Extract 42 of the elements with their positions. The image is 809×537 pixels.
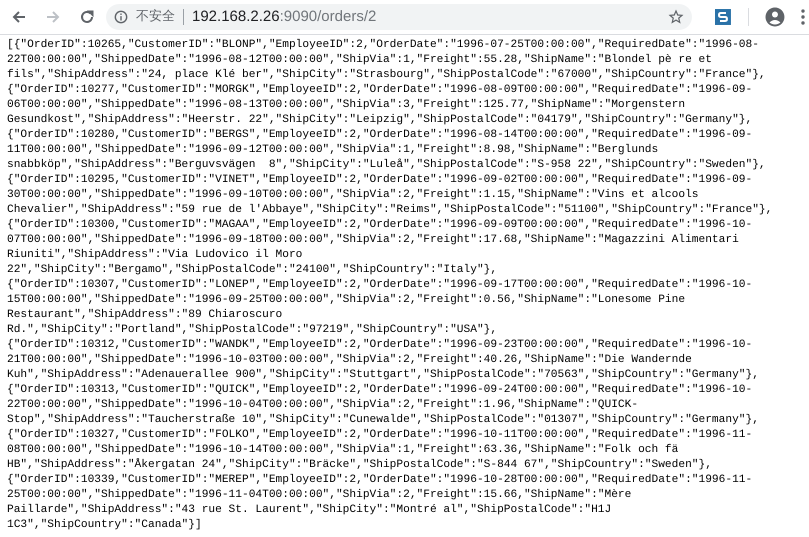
json-text-line: Gesundkost","ShipAddress":"Heerstr. 22","ShipCity":"Leipzig","ShipPostalCode":"04179","ShipCountry":"Germany"},	[7, 113, 754, 128]
json-text-line: {"OrderID":10327,"CustomerID":"FOLKO","EmployeeID":2,"OrderDate":"1996-10-11T00:00:00","RequiredDate":"1996-11-	[7, 428, 754, 443]
url-text: 192.168.2.26:9090/orders/2	[192, 6, 376, 27]
json-text-line: Kuh","ShipAddress":"Adenauerallee 900","ShipCity":"Stuttgart","ShipPostalCode":"70563","ShipCountry":"Germany"},	[7, 368, 760, 383]
address-bar[interactable]: 不安全 192.168.2.26:9090/orders/2	[106, 4, 692, 30]
json-text-line: fils","ShipAddress":"24, place Klé ber","ShipCity":"Strasbourg","ShipPostalCode":"67000","ShipCountry":"France"},	[7, 68, 767, 83]
json-text-line: {"OrderID":10300,"CustomerID":"MAGAA","EmployeeID":2,"OrderDate":"1996-09-09T00:00:00","RequiredDate":"1996-10-	[7, 218, 754, 233]
json-text-line: 30T00:00:00","ShippedDate":"1996-09-10T00:00:00","ShipVia":2,"Freight":1.15,"ShipName":"Vins et alcools	[7, 188, 700, 203]
extension-icon[interactable]	[714, 8, 732, 26]
json-text-line: 11T00:00:00","ShippedDate":"1996-09-12T00:00:00","ShipVia":1,"Freight":8.98,"ShipName":"Berglunds	[7, 143, 660, 158]
json-text-line: 07T00:00:00","ShippedDate":"1996-09-18T00:00:00","ShipVia":2,"Freight":17.68,"ShipName":"Magazzini Alimentari	[7, 233, 740, 248]
reload-icon	[78, 8, 96, 26]
json-text-line: 21T00:00:00","ShippedDate":"1996-10-03T00:00:00","ShipVia":2,"Freight":40.26,"ShipName":"Die Wandernde	[7, 353, 693, 368]
star-icon[interactable]	[668, 9, 684, 25]
json-text-line: {"OrderID":10312,"CustomerID":"WANDK","EmployeeID":2,"OrderDate":"1996-09-23T00:00:00","RequiredDate":"1996-10-	[7, 338, 754, 353]
json-text-line: Stop","ShipAddress":"Taucherstraße 10","ShipCity":"Cunewalde","ShipPostalCode":"01307","ShipCountry":"Germany"},	[7, 413, 760, 428]
json-text-line: Riuniti","ShipAddress":"Via Ludovico il Moro	[7, 248, 304, 263]
json-text-line: 1C3","ShipCountry":"Canada"}]	[7, 518, 203, 533]
json-text-line: 15T00:00:00","ShippedDate":"1996-09-25T00:00:00","ShipVia":2,"Freight":0.56,"ShipName":"Lonesome Pine	[7, 293, 686, 308]
json-text-line: {"OrderID":10307,"CustomerID":"LONEP","EmployeeID":2,"OrderDate":"1996-09-17T00:00:00","RequiredDate":"1996-10-	[7, 278, 754, 293]
json-text-line: Restaurant","ShipAddress":"89 Chiaroscuro	[7, 308, 284, 323]
security-label: 不安全	[136, 8, 175, 26]
menu-icon[interactable]	[801, 9, 805, 25]
json-text-line: snabbköp","ShipAddress":"Berguvsvägen 8","ShipCity":"Luleå","ShipPostalCode":"S-958 22","ShipCountry":"Sweden"},	[7, 158, 767, 173]
account-icon[interactable]	[765, 7, 786, 27]
json-text-line: [{"OrderID":10265,"CustomerID":"BLONP","EmployeeID":2,"OrderDate":"1996-07-25T00:00:00","RequiredDate":"1996-08-	[7, 38, 760, 53]
json-text-line: HB","ShipAddress":"Åkergatan 24","ShipCity":"Bräcke","ShipPostalCode":"S-844 67","ShipCountry":"Sweden"},	[7, 458, 713, 473]
json-text-line: 22T00:00:00","ShippedDate":"1996-08-12T00:00:00","ShipVia":1,"Freight":55.28,"ShipName":"Blondel pè re et	[7, 53, 713, 68]
json-text-line: Chevalier","ShipAddress":"59 rue de l'Abbaye","ShipCity":"Reims","ShipPostalCode":"51100","ShipCountry":"France"},	[7, 203, 774, 218]
json-text-line: 08T00:00:00","ShippedDate":"1996-10-14T00:00:00","ShipVia":1,"Freight":63.36,"ShipName":"Folk och fä	[7, 443, 680, 458]
json-text-line: 22","ShipCity":"Bergamo","ShipPostalCode":"24100","ShipCountry":"Italy"},	[7, 263, 498, 278]
json-text-line: Paillarde","ShipAddress":"43 rue St. Laurent","ShipCity":"Montré al","ShipPostalCode":"H1J	[7, 503, 612, 518]
json-text-line: 06T00:00:00","ShippedDate":"1996-08-13T00:00:00","ShipVia":3,"Freight":125.77,"ShipName":"Morgenstern	[7, 98, 686, 113]
json-text-line: {"OrderID":10313,"CustomerID":"QUICK","EmployeeID":2,"OrderDate":"1996-09-24T00:00:00","RequiredDate":"1996-10-	[7, 383, 754, 398]
json-text-line: Rd.","ShipCity":"Portland","ShipPostalCode":"97219","ShipCountry":"USA"},	[7, 323, 498, 338]
json-text-line: 22T00:00:00","ShippedDate":"1996-10-04T00:00:00","ShipVia":2,"Freight":1.96,"ShipName":"QUICK-	[7, 398, 640, 413]
json-text-line: 25T00:00:00","ShippedDate":"1996-11-04T00:00:00","ShipVia":2,"Freight":15.66,"ShipName":"Mère	[7, 488, 632, 503]
json-text-line: {"OrderID":10280,"CustomerID":"BERGS","EmployeeID":2,"OrderDate":"1996-08-14T00:00:00","RequiredDate":"1996-09-	[7, 128, 754, 143]
json-text-line: {"OrderID":10277,"CustomerID":"MORGK","EmployeeID":2,"OrderDate":"1996-08-09T00:00:00","RequiredDate":"1996-09-	[7, 83, 754, 98]
json-text-line: {"OrderID":10339,"CustomerID":"MEREP","EmployeeID":2,"OrderDate":"1996-10-28T00:00:00","RequiredDate":"1996-11-	[7, 473, 754, 488]
info-icon[interactable]	[114, 10, 128, 24]
json-text-line: {"OrderID":10295,"CustomerID":"VINET","EmployeeID":2,"OrderDate":"1996-09-02T00:00:00","RequiredDate":"1996-09-	[7, 173, 754, 188]
